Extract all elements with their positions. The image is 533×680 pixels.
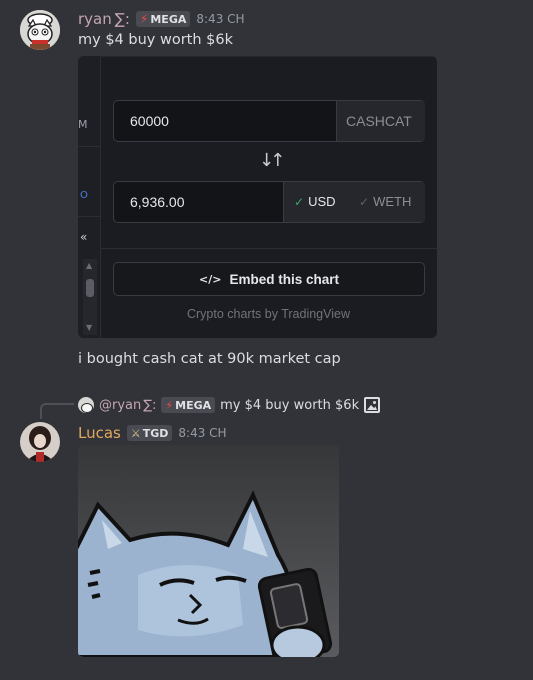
reply-mention-suffix: ∑: [143, 397, 157, 413]
badge-label: TGD [142, 426, 169, 440]
embed-button-label: Embed this chart [229, 271, 339, 287]
swap-arrows-icon[interactable]: ↓↑ [259, 150, 285, 171]
reply-preview[interactable]: @ryan ∑: ⚡ MEGA my $4 buy worth $6k [78, 396, 381, 414]
check-icon: ✓ [294, 194, 305, 209]
embed-sidebar: M O « ▲ ▼ [78, 56, 101, 338]
role-badge-tgd[interactable]: ⚔ TGD [126, 425, 173, 441]
chef-cat-avatar-icon [20, 10, 60, 50]
sidebar-label-o: O [80, 190, 88, 201]
tradingview-embed: M O « ▲ ▼ 60000 CASHCAT ↓↑ 6,936.00 ✓ US… [78, 56, 437, 338]
weth-label: WETH [373, 194, 412, 209]
sidebar-label-m: M [78, 118, 88, 131]
reply-connector [40, 403, 74, 419]
message-header: Lucas ⚔ TGD 8:43 CH [78, 423, 227, 443]
message-header: ryan ∑: ⚡ MEGA 8:43 CH [78, 9, 245, 29]
reply-avatar-icon [78, 397, 94, 413]
timestamp: 8:43 CH [178, 426, 227, 440]
sword-icon: ⚔ [130, 426, 141, 440]
cat-with-phone-image [78, 445, 339, 657]
collapse-up-icon[interactable]: « [80, 230, 87, 244]
reply-role-badge: ⚡ MEGA [161, 397, 216, 413]
tradingview-footer-link[interactable]: Crypto charts by TradingView [100, 307, 437, 321]
to-amount-input[interactable]: 6,936.00 [130, 194, 185, 210]
embed-chart-button[interactable]: </> Embed this chart [113, 262, 425, 296]
from-amount-input[interactable]: 60000 [130, 113, 169, 129]
username-suffix: ∑: [114, 10, 130, 28]
check-icon: ✓ [359, 194, 370, 209]
currency-toggle: ✓ USD ✓ WETH [284, 182, 425, 222]
lightning-icon: ⚡ [165, 398, 174, 412]
scrollbar[interactable]: ▲ ▼ [83, 259, 97, 335]
timestamp: 8:43 CH [196, 12, 245, 26]
from-token-label: CASHCAT [346, 113, 412, 129]
lightning-icon: ⚡ [139, 12, 149, 26]
code-icon: </> [199, 272, 222, 286]
badge-label: MEGA [150, 12, 187, 26]
reply-mention[interactable]: @ryan [99, 398, 141, 413]
from-token-select[interactable]: CASHCAT [337, 101, 425, 141]
role-badge-mega[interactable]: ⚡ MEGA [135, 11, 191, 27]
to-amount-field[interactable]: 6,936.00 ✓ USD ✓ WETH [113, 181, 425, 223]
lucas-avatar-icon [20, 422, 60, 462]
weth-option[interactable]: ✓ WETH [359, 194, 411, 209]
message-text: my $4 buy worth $6k [78, 32, 233, 48]
usd-label: USD [308, 194, 336, 209]
username-lucas[interactable]: Lucas [78, 424, 121, 442]
usd-option[interactable]: ✓ USD [294, 194, 336, 209]
reply-text: my $4 buy worth $6k [220, 397, 360, 413]
from-amount-field[interactable]: 60000 CASHCAT [113, 100, 425, 142]
username-ryan[interactable]: ryan [78, 10, 112, 28]
avatar-lucas[interactable] [20, 422, 60, 462]
image-icon [364, 397, 381, 413]
avatar-ryan[interactable] [20, 10, 60, 50]
image-attachment[interactable] [78, 445, 339, 657]
message-text: i bought cash cat at 90k market cap [78, 351, 341, 367]
